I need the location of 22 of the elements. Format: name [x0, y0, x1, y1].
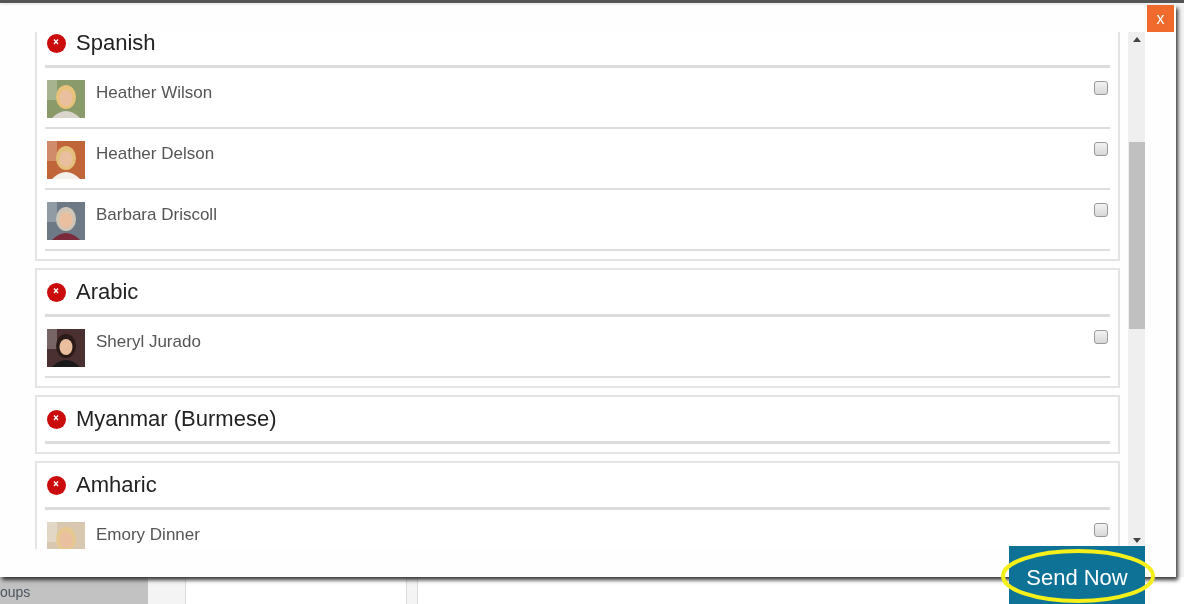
sidebar-item[interactable]: oups: [0, 584, 31, 600]
member-name: Sheryl Jurado: [96, 332, 202, 352]
checkbox[interactable]: [1094, 330, 1108, 344]
checkbox[interactable]: [1094, 203, 1108, 217]
member-name: Emory Dinner: [96, 525, 201, 545]
group-title: Spanish: [76, 32, 156, 56]
group-title: Arabic: [76, 279, 139, 305]
remove-icon[interactable]: [47, 475, 66, 495]
checkbox[interactable]: [1094, 142, 1108, 156]
member-name: Barbara Driscoll: [96, 205, 218, 225]
member-name: Heather Delson: [96, 144, 216, 164]
close-button[interactable]: x: [1147, 5, 1174, 32]
checkbox[interactable]: [1094, 523, 1108, 537]
remove-icon[interactable]: [47, 282, 66, 302]
scrollbar[interactable]: [1128, 32, 1145, 549]
checkbox[interactable]: [1094, 81, 1108, 95]
member-name: Heather Wilson: [96, 83, 214, 103]
scroll-thumb[interactable]: [1128, 142, 1145, 329]
remove-icon[interactable]: [47, 33, 66, 53]
remove-icon[interactable]: [47, 409, 66, 429]
group-title: Amharic: [76, 472, 157, 498]
group-title: Myanmar (Burmese): [76, 406, 277, 432]
